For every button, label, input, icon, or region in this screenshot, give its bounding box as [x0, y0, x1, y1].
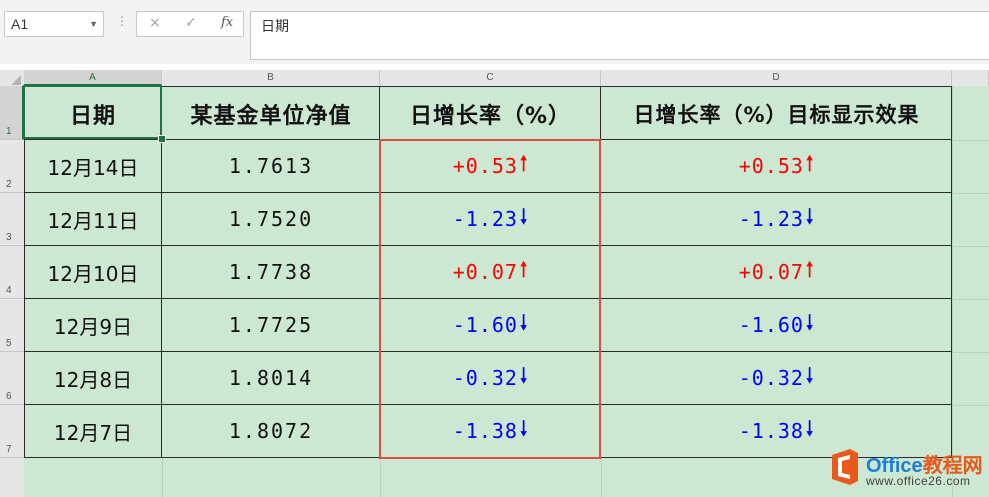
row-header-4[interactable]: 4: [0, 246, 24, 299]
arrow-down-icon: 🠓: [805, 363, 815, 387]
row-header-6[interactable]: 6: [0, 352, 24, 405]
cell-value: 1.7738: [228, 260, 314, 284]
column-header-a[interactable]: A: [24, 70, 162, 86]
arrow-down-icon: 🠓: [805, 204, 815, 228]
cell-value: 1.8014: [228, 366, 314, 390]
cell-d2[interactable]: +0.53 🠑: [601, 140, 952, 192]
gridline: [952, 86, 953, 497]
gridline: [162, 458, 163, 497]
select-all-icon: [11, 75, 21, 85]
cell-a3[interactable]: 12月11日: [24, 193, 162, 245]
cell-b7[interactable]: 1.8072: [162, 405, 380, 457]
row-header-8[interactable]: [0, 458, 24, 497]
cell-d6[interactable]: -0.32 🠓: [601, 352, 952, 404]
cell-b6[interactable]: 1.8014: [162, 352, 380, 404]
column-header-d[interactable]: D: [601, 70, 952, 86]
row-header-5[interactable]: 5: [0, 299, 24, 352]
cell-d1[interactable]: 日增长率（%）目标显示效果: [601, 87, 952, 140]
cell-b3[interactable]: 1.7520: [162, 193, 380, 245]
arrow-up-icon: 🠑: [805, 151, 815, 175]
cell-value: 12月7日: [53, 420, 133, 445]
cell-a2[interactable]: 12月14日: [24, 140, 162, 192]
cell-b5[interactable]: 1.7725: [162, 299, 380, 351]
row-header-3[interactable]: 3: [0, 193, 24, 246]
formula-buttons: × ✓ fx: [136, 11, 244, 37]
cell-value: 12月11日: [47, 208, 139, 233]
row-header-1[interactable]: 1: [0, 86, 24, 140]
fill-handle[interactable]: [158, 135, 166, 143]
gridline: [952, 140, 989, 141]
enter-icon[interactable]: ✓: [185, 15, 197, 31]
row-header-7[interactable]: 7: [0, 405, 24, 458]
cell-value: +0.53: [738, 154, 804, 178]
column-header-c[interactable]: C: [380, 70, 601, 86]
cell-b4[interactable]: 1.7738: [162, 246, 380, 298]
cell-value: -1.60: [738, 313, 804, 337]
cell-d4[interactable]: +0.07 🠑: [601, 246, 952, 298]
cell-b1[interactable]: 某基金单位净值: [162, 87, 380, 140]
cell-d3[interactable]: -1.23 🠓: [601, 193, 952, 245]
formula-bar-splitter-icon[interactable]: ⋮: [116, 14, 128, 28]
gridline: [952, 193, 989, 194]
cell-value: 12月8日: [53, 367, 133, 392]
cell-a7[interactable]: 12月7日: [24, 405, 162, 457]
cell-value: 12月14日: [47, 155, 139, 180]
arrow-down-icon: 🠓: [805, 310, 815, 334]
office-logo-icon: [832, 449, 858, 485]
column-header-b[interactable]: B: [162, 70, 380, 86]
gridline: [952, 405, 989, 406]
insert-function-icon[interactable]: fx: [221, 15, 233, 30]
cell-value: -0.32: [738, 366, 804, 390]
formula-input[interactable]: 日期: [250, 11, 989, 60]
gridline: [380, 458, 381, 497]
gridline: [952, 299, 989, 300]
cell-value: 1.7520: [228, 207, 314, 231]
highlight-box: [379, 139, 601, 459]
cell-value: 1.7725: [228, 313, 314, 337]
name-box-dropdown-icon[interactable]: ▼: [89, 12, 98, 36]
cell-a5[interactable]: 12月9日: [24, 299, 162, 351]
cell-a4[interactable]: 12月10日: [24, 246, 162, 298]
arrow-down-icon: 🠓: [805, 416, 815, 440]
row-header-2[interactable]: 2: [0, 140, 24, 193]
cell-value: +0.07: [738, 260, 804, 284]
gridline: [952, 352, 989, 353]
cell-value: -1.23: [738, 207, 804, 231]
gridline: [601, 458, 602, 497]
cancel-icon[interactable]: ×: [149, 15, 161, 31]
cell-c1[interactable]: 日增长率（%）: [380, 87, 601, 140]
name-box-value: A1: [11, 16, 29, 32]
cell-d5[interactable]: -1.60 🠓: [601, 299, 952, 351]
cell-value: 1.8072: [228, 419, 314, 443]
formula-bar: A1 ▼ ⋮ × ✓ fx 日期: [0, 0, 989, 64]
cell-a6[interactable]: 12月8日: [24, 352, 162, 404]
cell-value: -1.38: [738, 419, 804, 443]
cell-value: 12月9日: [53, 314, 133, 339]
formula-input-value: 日期: [261, 19, 289, 35]
name-box[interactable]: A1 ▼: [4, 11, 104, 37]
column-header-e[interactable]: [952, 70, 989, 86]
cell-value: 1.7613: [228, 154, 314, 178]
watermark-url: www.office26.com: [866, 474, 971, 488]
cell-b2[interactable]: 1.7613: [162, 140, 380, 192]
active-cell-border: [23, 85, 162, 139]
arrow-up-icon: 🠑: [805, 257, 815, 281]
gridline: [952, 246, 989, 247]
cell-value: 12月10日: [47, 261, 139, 286]
